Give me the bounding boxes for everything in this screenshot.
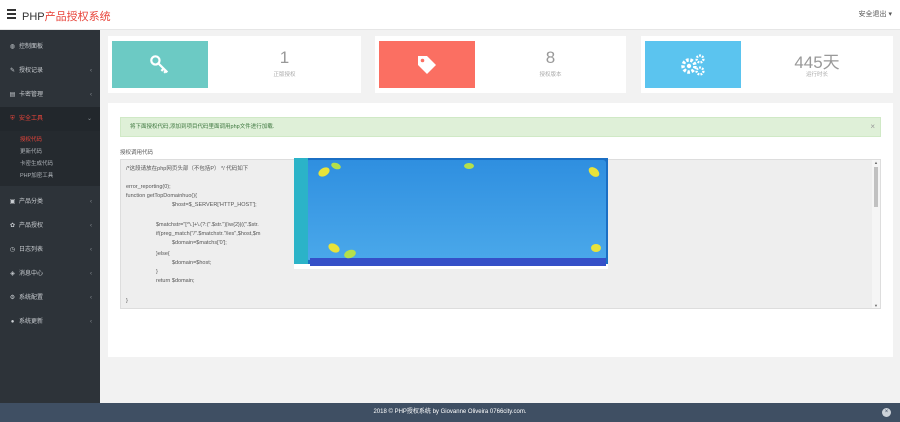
code-line: $matchstr="[^\.]+\.(?:(".$str.")|\w{2}|(…	[156, 222, 259, 228]
sidebar-item-label: 控制面板	[19, 44, 44, 50]
submenu-item-card-code[interactable]: 卡密生成代码	[0, 158, 100, 170]
close-icon[interactable]: ×	[870, 118, 875, 136]
sidebar-item-security-tools[interactable]: ⛨ 安全工具 ⌄	[0, 107, 100, 131]
chevron-left-icon: ‹	[90, 271, 92, 277]
chevron-down-icon: ⌄	[86, 116, 92, 122]
stat-label: 正版授权	[273, 72, 296, 78]
folder-icon: ▣	[9, 199, 16, 205]
sidebar-item-label: 系统更新	[19, 319, 44, 325]
code-line: /*这段请放在php网页头部（不包括P） */ 代码如下	[126, 166, 249, 172]
sidebar-item-label: 安全工具	[19, 116, 44, 122]
key-icon	[150, 54, 169, 74]
code-line: return $domain;	[156, 278, 195, 284]
brand-suffix: 产品授权系统	[44, 11, 111, 23]
alert-text: 将下面授权代码,添加到项目代码里面调用php文件进行加载.	[130, 124, 275, 130]
dashboard-icon: ◍	[9, 44, 16, 50]
sidebar-item-label: 系统配置	[19, 295, 44, 301]
code-line: $host=$_SERVER['HTTP_HOST'];	[172, 202, 257, 208]
sidebar-item-label: 产品分类	[19, 199, 44, 205]
hamburger-menu-icon[interactable]	[7, 9, 16, 19]
code-line: }	[126, 298, 128, 304]
settings-icon: ⚙	[9, 295, 16, 301]
chevron-left-icon: ‹	[90, 247, 92, 253]
sidebar-item-license-records[interactable]: ✎ 授权记录 ‹	[0, 59, 100, 83]
card-icon: ▤	[9, 92, 16, 98]
submenu-item-php-encrypt[interactable]: PHP加密工具	[0, 170, 100, 182]
clock-icon: ◷	[9, 247, 16, 253]
code-line: $domain=$host;	[172, 260, 212, 266]
brand-prefix: PHP	[22, 11, 45, 23]
stat-tile	[645, 41, 741, 88]
sidebar-item-product-category[interactable]: ▣ 产品分类 ‹	[0, 190, 100, 214]
sidebar-item-label: 授权记录	[19, 68, 44, 74]
sidebar-item-product-license[interactable]: ✿ 产品授权 ‹	[0, 214, 100, 238]
stat-card-uptime: 445天 运行时长	[641, 36, 893, 93]
code-label: 授权调用代码	[120, 150, 154, 156]
stat-tile	[112, 41, 208, 88]
main-content: 1 正版授权 8 授权版本 445天 运行时长 将下面授权代码,添加到项目代码里…	[100, 30, 900, 403]
sidebar-item-label: 消息中心	[19, 271, 44, 277]
caret-down-icon: ▾	[888, 11, 892, 18]
top-header: PHP产品授权系统 安全退出 ▾	[0, 0, 900, 30]
code-line: }else{	[156, 251, 170, 257]
scroll-thumb[interactable]	[874, 167, 878, 207]
code-line: if(preg_match("/".$matchstr."/ies",$host…	[156, 231, 261, 237]
sidebar-item-system-update[interactable]: ● 系统更新 ‹	[0, 310, 100, 334]
code-line: function getTopDomainhuo(){	[126, 193, 197, 199]
scroll-down-icon[interactable]: ▼	[873, 303, 879, 308]
footer: 2018 © PHP授权系统 by Giovanne Oliveira 0766…	[0, 403, 900, 422]
sidebar-item-label: 日志列表	[19, 247, 44, 253]
chevron-left-icon: ‹	[90, 68, 92, 74]
stat-card-versions: 8 授权版本	[375, 36, 626, 93]
brand-title[interactable]: PHP产品授权系统	[22, 8, 111, 24]
bell-icon: ◈	[10, 271, 15, 277]
code-line: error_reporting(0);	[126, 184, 171, 190]
sidebar-item-label: 产品授权	[19, 223, 44, 229]
sidebar-item-label: 卡密管理	[19, 92, 44, 98]
tag-icon	[418, 55, 436, 74]
gears-icon	[681, 53, 705, 76]
chevron-left-icon: ‹	[90, 199, 92, 205]
scroll-up-icon[interactable]: ▲	[873, 160, 879, 165]
sidebar-item-messages[interactable]: ◈ 消息中心 ‹	[0, 262, 100, 286]
stat-value: 1	[279, 48, 290, 67]
banner-graphic	[294, 158, 608, 266]
chevron-left-icon: ‹	[90, 295, 92, 301]
shield-icon: ⛨	[10, 116, 15, 122]
footer-text: 2018 © PHP授权系统 by Giovanne Oliveira 0766…	[373, 409, 527, 415]
logout-label: 安全退出	[858, 11, 887, 18]
chevron-left-icon: ‹	[90, 223, 92, 229]
code-line: $domain=$matchs['0'];	[172, 240, 227, 246]
close-circle-icon[interactable]: ×	[882, 408, 891, 417]
stat-tile	[379, 41, 475, 88]
stat-value: 8	[545, 48, 556, 67]
stat-label: 授权版本	[539, 72, 562, 78]
info-alert: 将下面授权代码,添加到项目代码里面调用php文件进行加载. ×	[120, 117, 881, 137]
stat-label: 运行时长	[805, 72, 828, 78]
chevron-left-icon: ‹	[90, 92, 92, 98]
gear-icon: ✿	[9, 223, 16, 229]
sidebar: ◍ 控制面板 ✎ 授权记录 ‹ ▤ 卡密管理 ‹ ⛨ 安全工具 ⌄ 授权代码 更新代码 …	[0, 30, 100, 403]
submenu-item-license-code[interactable]: 授权代码	[0, 134, 100, 146]
stat-card-licenses: 1 正版授权	[108, 36, 361, 93]
chevron-left-icon: ‹	[90, 319, 92, 325]
info-icon: ●	[10, 319, 15, 325]
logout-button[interactable]: 安全退出 ▾	[859, 9, 892, 19]
code-scrollbar[interactable]: ▲ ▼	[872, 160, 880, 308]
sidebar-item-dashboard[interactable]: ◍ 控制面板	[0, 35, 100, 59]
ad-banner-image[interactable]	[294, 158, 608, 269]
sidebar-item-card-management[interactable]: ▤ 卡密管理 ‹	[0, 83, 100, 107]
sidebar-item-logs[interactable]: ◷ 日志列表 ‹	[0, 238, 100, 262]
submenu-item-update-code[interactable]: 更新代码	[0, 146, 100, 158]
code-line: }	[156, 269, 158, 275]
security-submenu: 授权代码 更新代码 卡密生成代码 PHP加密工具	[0, 131, 100, 186]
sidebar-item-system-config[interactable]: ⚙ 系统配置 ‹	[0, 286, 100, 310]
wrench-icon: ✎	[9, 68, 16, 74]
